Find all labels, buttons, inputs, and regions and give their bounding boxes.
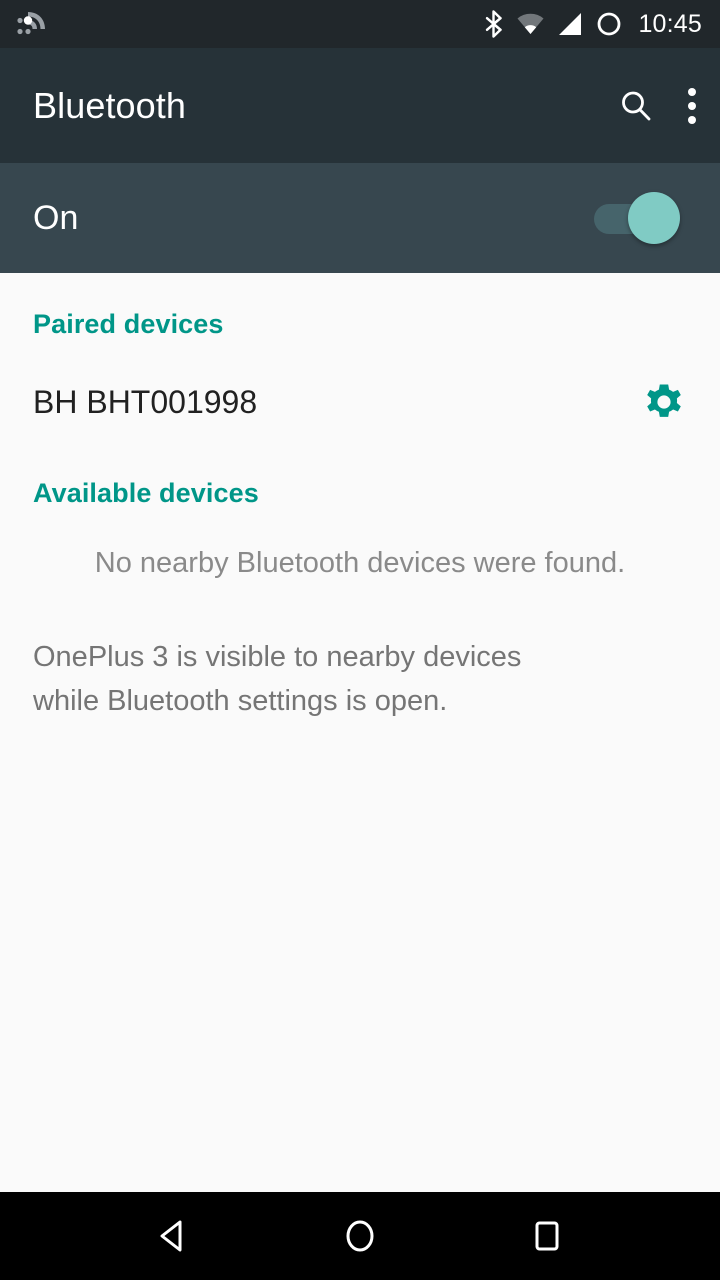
battery-icon xyxy=(596,11,622,37)
paired-device-name: BH BHT001998 xyxy=(33,383,258,420)
visibility-note: OnePlus 3 is visible to nearby devices w… xyxy=(33,641,522,717)
paired-devices-section: Paired devices BH BHT001998 xyxy=(0,273,720,440)
back-button[interactable] xyxy=(141,1204,205,1268)
bluetooth-icon xyxy=(484,10,504,38)
status-bar-clock: 10:45 xyxy=(638,9,702,38)
paired-devices-header: Paired devices xyxy=(33,309,224,339)
overflow-dot xyxy=(688,115,696,124)
notification-rss-icon xyxy=(16,9,50,39)
overflow-menu-icon[interactable] xyxy=(688,87,696,124)
overflow-dot xyxy=(688,101,696,110)
gear-icon[interactable] xyxy=(641,379,687,425)
wifi-icon xyxy=(517,13,544,35)
status-bar-system-icons: 10:45 xyxy=(484,10,702,39)
phone-screen: 10:45 Bluetooth On Paired devices BH BHT… xyxy=(0,0,720,1280)
bluetooth-switch[interactable] xyxy=(594,192,680,244)
overflow-dot xyxy=(688,87,696,96)
app-bar: Bluetooth xyxy=(0,48,720,163)
page-title: Bluetooth xyxy=(33,84,187,126)
content-area: Paired devices BH BHT001998 Available de… xyxy=(0,273,720,1192)
recents-button[interactable] xyxy=(515,1204,579,1268)
no-devices-message: No nearby Bluetooth devices were found. xyxy=(94,547,626,579)
home-button[interactable] xyxy=(328,1204,392,1268)
paired-device-row[interactable]: BH BHT001998 xyxy=(0,364,720,440)
bluetooth-toggle-row[interactable]: On xyxy=(0,163,720,273)
available-devices-section: Available devices No nearby Bluetooth de… xyxy=(0,440,720,580)
search-icon[interactable] xyxy=(618,88,654,124)
cellular-signal-icon xyxy=(557,12,583,36)
switch-thumb xyxy=(628,192,680,244)
bluetooth-state-label: On xyxy=(33,198,79,237)
status-bar-notifications xyxy=(16,9,50,39)
status-bar: 10:45 xyxy=(0,0,720,48)
navigation-bar xyxy=(0,1192,720,1280)
app-bar-actions xyxy=(618,87,696,124)
available-devices-header: Available devices xyxy=(33,478,259,508)
